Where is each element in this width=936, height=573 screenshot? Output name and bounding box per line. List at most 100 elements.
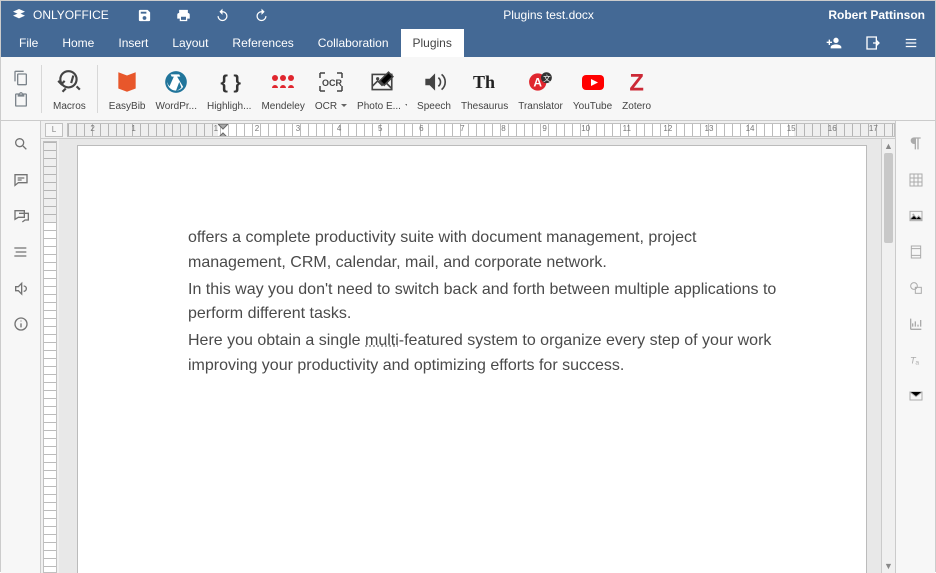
plugin-youtube[interactable]: YouTube: [568, 66, 617, 112]
title-bar: ONLYOFFICE Plugins test.docx Robert Patt…: [1, 1, 935, 29]
paragraph[interactable]: offers a complete productivity suite wit…: [188, 226, 798, 276]
plugin-speech-label: Speech: [417, 101, 451, 112]
plugin-photo-editor[interactable]: Photo E...: [352, 66, 412, 112]
toolbar-divider: [97, 65, 98, 113]
vruler-ticks: [43, 141, 57, 573]
plugin-highlight-label: Highligh...: [207, 101, 251, 112]
ruler-tick-label: 5: [360, 124, 401, 133]
ruler-tick-label: 13: [688, 124, 729, 133]
plugin-zotero[interactable]: Z Zotero: [617, 66, 656, 112]
ruler-tick-label: 12: [647, 124, 688, 133]
paragraph[interactable]: In this way you don't need to switch bac…: [188, 278, 798, 328]
plugin-photo-editor-label: Photo E...: [357, 101, 407, 112]
chart-settings-icon[interactable]: [907, 315, 925, 333]
ruler-tick-label: 11: [606, 124, 647, 133]
table-settings-icon[interactable]: [907, 171, 925, 189]
vruler-top-margin: [44, 142, 56, 222]
plugin-thesaurus[interactable]: Th Thesaurus: [456, 66, 513, 112]
tab-home[interactable]: Home: [50, 29, 106, 57]
header-footer-icon[interactable]: [907, 243, 925, 261]
plugin-mendeley-label: Mendeley: [261, 101, 304, 112]
left-sidebar: [1, 121, 41, 573]
tab-references[interactable]: References: [220, 29, 305, 57]
textart-settings-icon[interactable]: Ta: [907, 351, 925, 369]
svg-text:Z: Z: [629, 69, 644, 94]
ruler-tick-label: 15: [771, 124, 812, 133]
ruler-tick-label: 7: [442, 124, 483, 133]
scroll-thumb[interactable]: [884, 153, 893, 243]
paragraph-settings-icon[interactable]: [907, 135, 925, 153]
plugin-macros[interactable]: Macros: [48, 66, 91, 112]
open-location-icon[interactable]: [865, 35, 881, 51]
clipboard-group: [7, 70, 35, 108]
plugin-translator[interactable]: A文 Translator: [513, 66, 568, 112]
mailmerge-icon[interactable]: [907, 387, 925, 405]
paste-icon[interactable]: [13, 92, 29, 108]
document-page[interactable]: offers a complete productivity suite wit…: [77, 145, 867, 573]
add-user-icon[interactable]: [825, 35, 843, 51]
ruler-tick-label: 3: [277, 124, 318, 133]
plugin-ocr[interactable]: OCR OCR: [310, 66, 352, 112]
svg-text:{ }: { }: [221, 71, 242, 93]
horizontal-ruler[interactable]: L 211234567891011121314151617: [41, 121, 895, 139]
ruler-tick-label: 2: [72, 124, 113, 133]
navigation-icon[interactable]: [12, 243, 30, 261]
plugin-ocr-label: OCR: [315, 101, 347, 112]
tab-layout[interactable]: Layout: [160, 29, 220, 57]
svg-text:文: 文: [543, 72, 551, 82]
tab-collaboration[interactable]: Collaboration: [306, 29, 401, 57]
comments-icon[interactable]: [12, 171, 30, 189]
app-name: ONLYOFFICE: [33, 8, 109, 22]
logo-icon: [11, 7, 27, 23]
tab-insert[interactable]: Insert: [106, 29, 160, 57]
plugin-wordpress[interactable]: WordPr...: [150, 66, 202, 112]
ruler-tick-label: 10: [565, 124, 606, 133]
document-title: Plugins test.docx: [269, 8, 829, 22]
spellcheck-underline[interactable]: multi: [365, 332, 399, 349]
plugin-speech[interactable]: Speech: [412, 66, 456, 112]
copy-icon[interactable]: [13, 70, 29, 86]
plugin-translator-label: Translator: [518, 101, 563, 112]
plugin-wordpress-label: WordPr...: [155, 101, 197, 112]
tab-plugins[interactable]: Plugins: [401, 29, 464, 57]
plugin-youtube-label: YouTube: [573, 101, 612, 112]
scroll-up-icon[interactable]: ▲: [882, 139, 895, 153]
print-icon[interactable]: [176, 8, 191, 23]
ruler-corner: L: [45, 123, 63, 137]
page-viewport[interactable]: offers a complete productivity suite wit…: [59, 139, 881, 573]
hamburger-icon[interactable]: [903, 36, 919, 50]
about-icon[interactable]: [12, 315, 30, 333]
tab-file[interactable]: File: [7, 29, 50, 57]
svg-text:Th: Th: [473, 72, 495, 92]
plugin-easybib[interactable]: EasyBib: [104, 66, 151, 112]
hruler-ticks: 211234567891011121314151617: [67, 123, 895, 137]
ruler-tick-label: 17: [853, 124, 894, 133]
shape-settings-icon[interactable]: [907, 279, 925, 297]
vertical-scrollbar[interactable]: ▲ ▼: [881, 139, 895, 573]
ruler-tick-label: 6: [401, 124, 442, 133]
ruler-tick-label: 1: [113, 124, 154, 133]
app-logo: ONLYOFFICE: [11, 7, 109, 23]
search-icon[interactable]: [12, 135, 30, 153]
document-area: L 211234567891011121314151617 offers a c…: [41, 121, 895, 573]
plugin-highlight[interactable]: { } Highligh...: [202, 66, 256, 112]
feedback-icon[interactable]: [12, 279, 30, 297]
user-name[interactable]: Robert Pattinson: [828, 8, 925, 22]
vertical-ruler[interactable]: [41, 139, 59, 573]
quick-access-toolbar: [137, 8, 269, 23]
paragraph[interactable]: Here you obtain a single multi-featured …: [188, 329, 798, 379]
plugin-mendeley[interactable]: Mendeley: [256, 66, 309, 112]
chat-icon[interactable]: [12, 207, 30, 225]
svg-text:a: a: [915, 360, 919, 367]
save-icon[interactable]: [137, 8, 152, 23]
ruler-tick-label: 2: [236, 124, 277, 133]
plugin-macros-label: Macros: [53, 101, 86, 112]
plugin-easybib-label: EasyBib: [109, 101, 146, 112]
scroll-track[interactable]: [882, 153, 895, 559]
scroll-down-icon[interactable]: ▼: [882, 559, 895, 573]
ruler-tick-label: 9: [524, 124, 565, 133]
image-settings-icon[interactable]: [907, 207, 925, 225]
redo-icon[interactable]: [254, 8, 269, 23]
ruler-tick-label: 16: [812, 124, 853, 133]
undo-icon[interactable]: [215, 8, 230, 23]
